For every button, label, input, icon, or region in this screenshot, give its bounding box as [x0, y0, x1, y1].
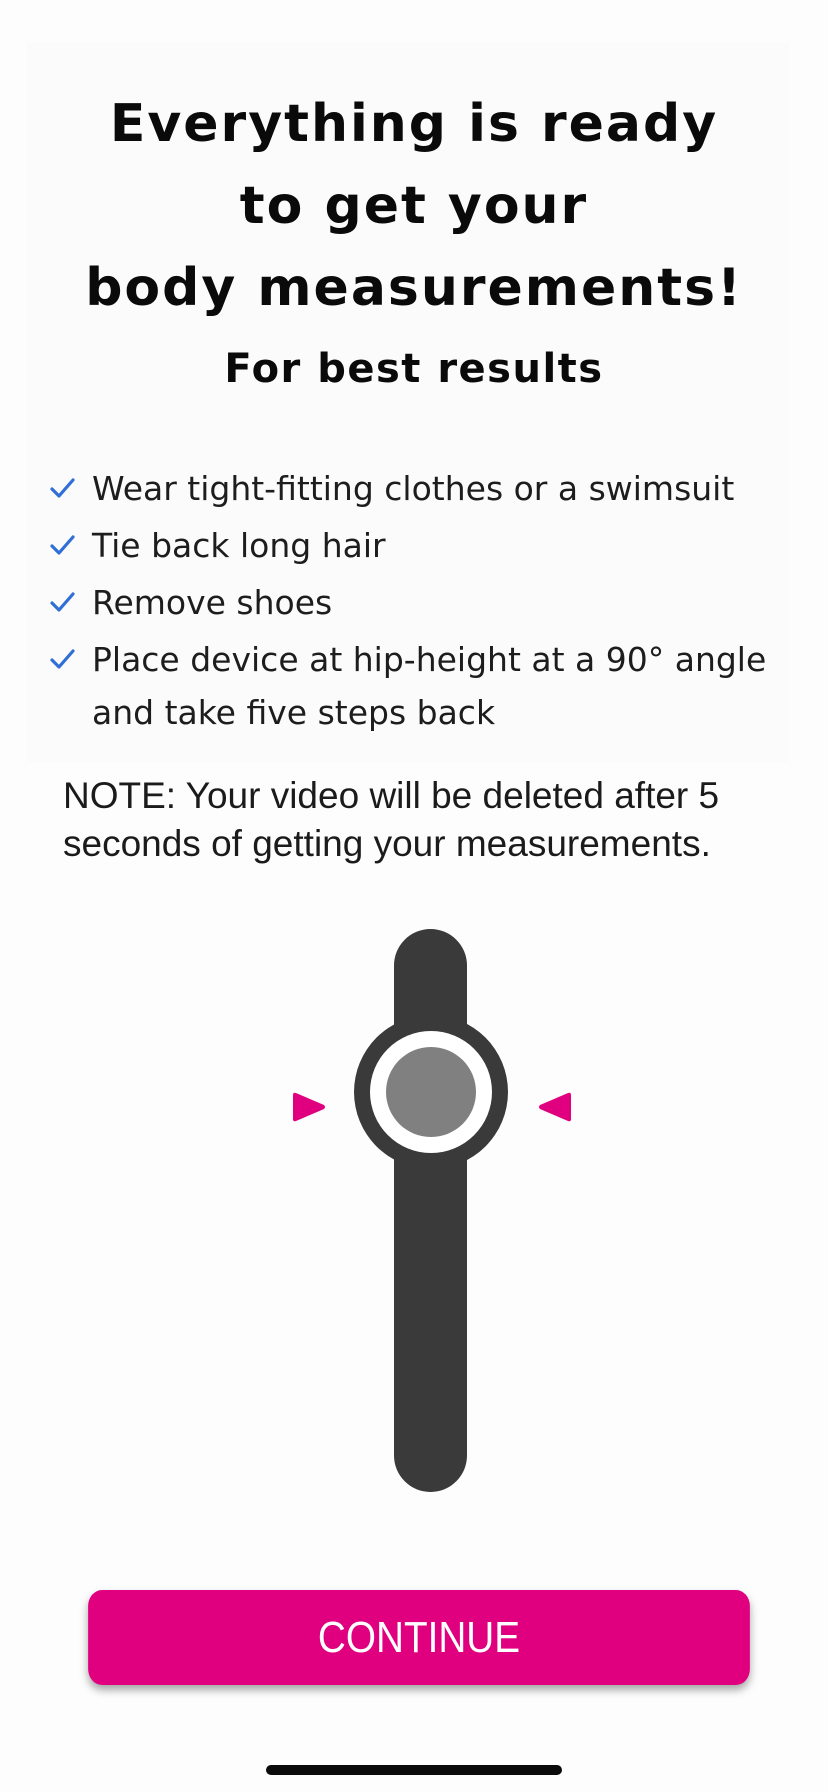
- best-results-heading: For best results: [224, 346, 604, 392]
- level-knob: [386, 1047, 476, 1137]
- checkmark-icon: [50, 478, 75, 498]
- tip-label: Tie back long hair: [92, 526, 386, 565]
- tip-item-device-position: Place device at hip-height at a 90° angl…: [44, 633, 784, 739]
- tip-label: Wear tight-fitting clothes or a swimsuit: [92, 469, 735, 508]
- left-pointer-icon: [293, 1092, 325, 1122]
- device-level-indicator: [280, 925, 580, 1495]
- tip-label: Place device at hip-height at a 90° angl…: [92, 640, 767, 732]
- privacy-note: NOTE: Your video will be deleted after 5…: [63, 775, 720, 864]
- checkmark-icon: [50, 649, 75, 669]
- checkmark-icon: [50, 535, 75, 555]
- level-track: [394, 929, 467, 1492]
- tip-item-clothes: Wear tight-fitting clothes or a swimsuit: [44, 462, 784, 515]
- right-pointer-icon: [539, 1092, 571, 1122]
- tip-item-hair: Tie back long hair: [44, 519, 784, 572]
- tip-label: Remove shoes: [92, 583, 333, 622]
- tips-list: Wear tight-fitting clothes or a swimsuit…: [44, 462, 784, 743]
- home-indicator[interactable]: [266, 1765, 562, 1775]
- title-line-3: body measurements!: [85, 257, 743, 318]
- checkmark-icon: [50, 592, 75, 612]
- tip-item-shoes: Remove shoes: [44, 576, 784, 629]
- title-line-2: to get your: [239, 175, 589, 236]
- title-line-1: Everything is ready: [109, 93, 719, 154]
- continue-button[interactable]: CONTINUE: [88, 1590, 750, 1685]
- page-title: Everything is ready to get your body mea…: [0, 83, 828, 329]
